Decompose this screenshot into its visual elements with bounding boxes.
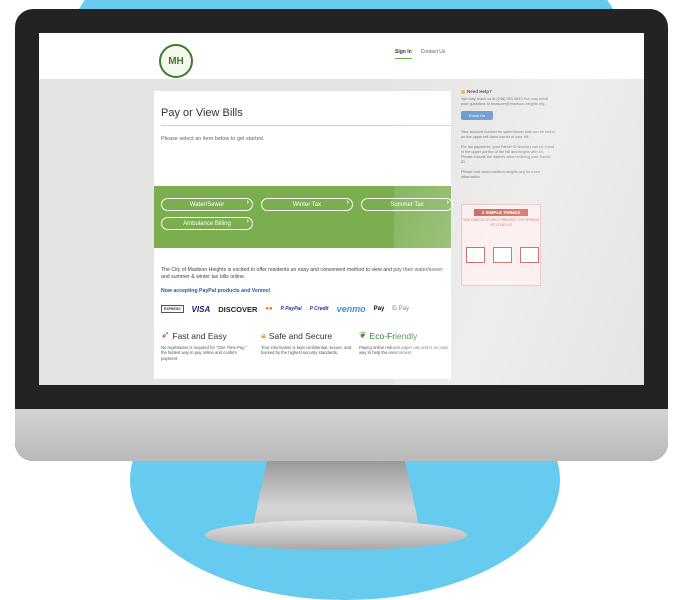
paypal-venmo-note: Now accepting PayPal products and Venmo! (161, 288, 271, 294)
visa-logo: VISA (191, 304, 211, 314)
covid-banner[interactable]: 3 SIMPLE THINGS YOU CAN DO TO HELP PREVE… (461, 204, 541, 286)
leaf-icon: ❦ (359, 330, 367, 340)
discover-logo: DISCOVER (218, 304, 258, 314)
intro-text: The City of Madison Heights is excited t… (161, 267, 443, 280)
winter-tax-button[interactable]: Winter Tax › (261, 198, 353, 211)
ambulance-billing-label: Ambulance Billing (183, 220, 231, 227)
need-help-label: Need Help? (467, 89, 492, 94)
summer-tax-label: Summer Tax (390, 201, 424, 208)
account-number-help: Your account number for water/sewer bill… (461, 130, 555, 139)
covid-subtitle: YOU CAN DO TO HELP PREVENT THE SPREAD OF… (462, 218, 540, 227)
google-pay-logo: G Pay (392, 306, 409, 312)
handwash-icon (493, 247, 512, 263)
winter-tax-label: Winter Tax (292, 201, 322, 208)
bill-type-panel: Water/Sewer › Winter Tax › Summer Tax › Amb… (154, 186, 453, 248)
feature-description: Your information is kept confidential, s… (261, 345, 352, 356)
title-divider (161, 125, 452, 126)
chevron-right-icon: › (446, 199, 449, 206)
covid-tips (466, 247, 539, 263)
apple-pay-logo: Pay (373, 306, 385, 312)
summer-tax-button[interactable]: Summer Tax › (361, 198, 453, 211)
feature-title: Safe and Secure (268, 330, 333, 341)
feature-title: Eco-Friendly (369, 330, 418, 341)
info-icon (461, 89, 465, 94)
feature-safe-secure: 🔒︎ Safe and Secure Your information is ke… (261, 330, 353, 356)
city-logo[interactable]: MH (159, 44, 193, 78)
parcel-id-help: For tax payments, your Parcel ID Number … (461, 145, 555, 164)
feature-fast-easy: ➶ Fast and Easy No registration is requir… (161, 330, 253, 361)
monitor-chin (15, 409, 668, 461)
distance-icon (520, 247, 539, 263)
help-contact-text: You may reach us at (248) 583-0840 You m… (461, 97, 549, 106)
pay-bills-card: Pay or View Bills Please select an item … (154, 91, 453, 379)
nav-contact-us[interactable]: Contact Us (421, 49, 446, 59)
need-help-heading: Need Help? (461, 89, 556, 94)
website-help: Please visit www.madison-heights.org for… (461, 170, 540, 179)
nav-sign-in[interactable]: Sign In (395, 49, 412, 59)
paypal-credit-logo: P Credit (309, 306, 329, 312)
covid-title: 3 SIMPLE THINGS (474, 209, 528, 216)
feature-eco-friendly: ❦ Eco-Friendly Paying online reduces pape… (359, 330, 451, 356)
page-subtitle: Please select an item below to get start… (161, 136, 265, 142)
monitor: MH Sign In Contact Us Pay or View Bills … (15, 9, 668, 461)
feature-title: Fast and Easy (172, 330, 227, 341)
chevron-right-icon: › (246, 218, 249, 225)
venmo-logo: venmo (336, 304, 366, 314)
ambulance-billing-button[interactable]: Ambulance Billing › (161, 217, 253, 230)
page-title: Pay or View Bills (161, 107, 243, 119)
mastercard-logo: ●● (265, 306, 273, 312)
rabbit-icon: ➶ (161, 330, 170, 341)
paypal-logo: P PayPal (280, 306, 302, 312)
lock-icon: 🔒︎ (261, 330, 266, 340)
chevron-right-icon: › (346, 199, 349, 206)
feature-description: Paying online reduces paper use and is a… (359, 345, 449, 356)
top-nav: Sign In Contact Us (395, 49, 445, 59)
chevron-right-icon: › (246, 199, 249, 206)
house-icon (466, 247, 485, 263)
site-header: MH Sign In Contact Us (39, 33, 644, 79)
payment-methods: EXPRESS VISA DISCOVER ●● P PayPal P Cred… (161, 304, 409, 314)
water-sewer-label: Water/Sewer (189, 201, 225, 208)
feature-description: No registration is required for "One Tim… (161, 345, 247, 361)
monitor-stand-base (205, 520, 467, 550)
monitor-screen: MH Sign In Contact Us Pay or View Bills … (39, 33, 644, 385)
help-sidebar: Need Help? You may reach us at (248) 583… (461, 89, 556, 319)
water-sewer-button[interactable]: Water/Sewer › (161, 198, 253, 211)
amex-logo: EXPRESS (161, 305, 184, 313)
email-us-button[interactable]: Email Us (461, 111, 494, 120)
